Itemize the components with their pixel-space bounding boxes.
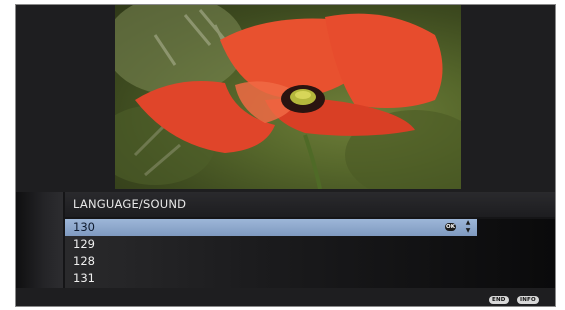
poppy-flower-image <box>115 5 461 189</box>
up-down-arrows-icon[interactable]: ▲ ▼ <box>463 219 473 236</box>
menu-title: LANGUAGE/SOUND <box>73 197 187 211</box>
ok-button-icon[interactable]: OK <box>445 223 456 231</box>
info-key-badge[interactable]: INFO <box>517 296 539 304</box>
end-key-badge[interactable]: END <box>489 296 509 304</box>
list-item-label: 128 <box>73 254 95 268</box>
footer-bar: END INFO <box>16 288 555 306</box>
list-item-129[interactable]: 129 <box>65 236 477 253</box>
list-item-128[interactable]: 128 <box>65 253 477 270</box>
menu-left-shade <box>16 192 63 288</box>
language-list: 130 OK ▲ ▼ 129 128 131 <box>65 219 555 288</box>
list-item-label: 130 <box>73 220 95 234</box>
list-item-label: 129 <box>73 237 95 251</box>
list-item-130[interactable]: 130 OK ▲ ▼ <box>65 219 477 236</box>
list-item-label: 131 <box>73 271 95 285</box>
language-sound-menu: LANGUAGE/SOUND 130 OK ▲ ▼ 129 128 131 <box>16 192 555 288</box>
video-preview <box>115 5 461 189</box>
tv-screen: LANGUAGE/SOUND 130 OK ▲ ▼ 129 128 131 END… <box>15 4 556 307</box>
menu-title-bar: LANGUAGE/SOUND <box>65 192 555 217</box>
list-item-131[interactable]: 131 <box>65 270 477 287</box>
